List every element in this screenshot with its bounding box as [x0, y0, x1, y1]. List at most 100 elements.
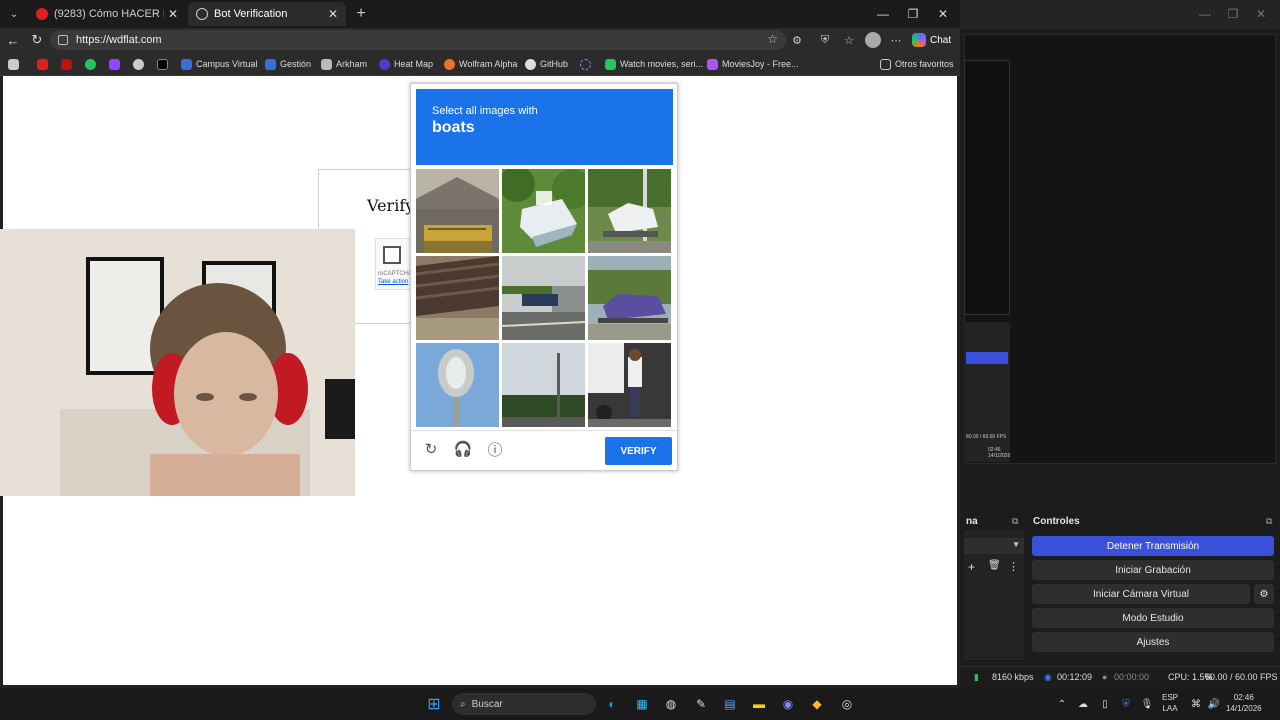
close-tab-icon[interactable]: ✕	[328, 7, 338, 21]
microphone-icon[interactable]: 🎙	[1137, 694, 1157, 714]
network-icon[interactable]: ⌘	[1186, 694, 1206, 714]
bookmark-folder-icon[interactable]	[8, 56, 19, 72]
chevron-down-icon: ▼	[1012, 540, 1020, 549]
obs-maximize-icon[interactable]: ❐	[1218, 4, 1248, 24]
tab-youtube[interactable]: (9283) Cómo HACER MARCOS en ✕	[28, 2, 186, 26]
tile-person-motorcycle[interactable]	[588, 343, 671, 427]
start-recording-button[interactable]: Iniciar Grabación	[1032, 560, 1274, 580]
bookmark-campus-virtual[interactable]: Campus Virtual	[181, 56, 257, 72]
extensions-icon[interactable]: ⚙	[789, 32, 805, 48]
new-tab-icon[interactable]: +	[352, 5, 370, 23]
minimize-icon[interactable]: —	[868, 4, 898, 24]
dock-left-undock-icon[interactable]: ⧉	[1012, 516, 1018, 527]
cloud-icon[interactable]: ☁	[1073, 694, 1093, 714]
app-icon[interactable]: ◆	[807, 694, 827, 714]
recaptcha-take-action-link[interactable]: Take action	[378, 279, 408, 285]
obs-minimize-icon[interactable]: —	[1190, 4, 1220, 24]
bookmark-twitch-icon[interactable]	[109, 56, 120, 72]
dock-left-dropdown[interactable]: ▼	[964, 538, 1024, 554]
bookmark-moviesjoy[interactable]: MoviesJoy - Free...	[707, 56, 799, 72]
captcha-grid	[416, 169, 673, 427]
bookmark-heat-map[interactable]: Heat Map	[379, 56, 433, 72]
controls-title: Controles	[1033, 516, 1080, 527]
arkham-icon	[321, 58, 332, 70]
maximize-icon[interactable]: ❐	[898, 4, 928, 24]
taskbar-search[interactable]: ⌕ Buscar	[452, 693, 596, 715]
obs-close-icon[interactable]: ✕	[1246, 4, 1276, 24]
tile-wooden-hull[interactable]	[416, 256, 499, 340]
favorite-star-icon[interactable]: ☆	[767, 32, 778, 46]
tile-white-boat-trees[interactable]	[502, 169, 585, 253]
file-explorer-icon[interactable]: ▬	[749, 694, 769, 714]
more-menu-icon[interactable]: ⋯	[888, 32, 904, 48]
recaptcha-checkbox[interactable]	[383, 246, 401, 264]
bookmark-arkham[interactable]: Arkham	[321, 56, 367, 72]
bookmark-other-favorites[interactable]: Otros favoritos	[880, 56, 954, 72]
add-icon[interactable]: +	[968, 560, 975, 574]
bookmark-red-icon[interactable]	[61, 56, 72, 72]
clock[interactable]: 02:46 14/1/2026	[1226, 692, 1262, 714]
settings-button[interactable]: Ajustes	[1032, 632, 1274, 652]
folder-icon	[880, 58, 891, 70]
reload-icon[interactable]: ↻	[27, 31, 47, 49]
chevron-up-icon[interactable]: ⌃	[1052, 694, 1072, 714]
tile-bus-building[interactable]	[502, 256, 585, 340]
volume-icon[interactable]: 🔊	[1204, 694, 1224, 714]
start-virtual-camera-button[interactable]: Iniciar Cámara Virtual	[1032, 584, 1250, 604]
search-placeholder: Buscar	[471, 698, 503, 710]
trash-icon[interactable]: 🗑	[988, 560, 1001, 571]
bookmark-youtube-icon[interactable]	[37, 56, 48, 72]
site-info-icon[interactable]	[58, 35, 68, 45]
favorites-icon[interactable]: ☆	[841, 32, 857, 48]
bookmark-loading[interactable]	[580, 56, 591, 72]
bookmark-gestion[interactable]: Gestión	[265, 56, 311, 72]
obs-icon[interactable]: ◎	[837, 694, 857, 714]
url-field[interactable]: https://wdflat.com ☆	[50, 30, 786, 50]
steam-icon[interactable]: ◍	[661, 694, 681, 714]
more-options-icon[interactable]: ⋮	[1008, 560, 1019, 573]
bookmark-github[interactable]: GitHub	[525, 56, 568, 72]
bookmarks-bar: Campus Virtual Gestión Arkham Heat Map W…	[0, 52, 960, 76]
copilot-chat-button[interactable]: Chat	[912, 31, 951, 49]
globe-icon	[196, 8, 208, 20]
tab-actions-icon[interactable]: ⌄	[4, 4, 24, 24]
tile-white-boat-trailer[interactable]	[588, 169, 671, 253]
tile-yellow-boat-shed[interactable]	[416, 169, 499, 253]
back-icon[interactable]: ←	[3, 31, 23, 49]
bookmark-wolfram-alpha[interactable]: Wolfram Alpha	[444, 56, 517, 72]
usb-icon[interactable]: ▯	[1095, 694, 1115, 714]
obs-status-bar: ▮ 8160 kbps ◉ 00:12:09 ● 00:00:00 CPU: 1…	[960, 666, 1280, 688]
tile-street-lamp[interactable]	[416, 343, 499, 427]
browser-window: ⌄ (9283) Cómo HACER MARCOS en ✕ Bot Veri…	[0, 0, 960, 688]
pen-icon[interactable]: ✎	[691, 694, 711, 714]
audio-challenge-icon[interactable]: 🎧	[453, 439, 473, 459]
studio-mode-button[interactable]: Modo Estudio	[1032, 608, 1274, 628]
copilot-icon	[912, 33, 926, 47]
tile-boat-cover-trailer[interactable]	[588, 256, 671, 340]
profile-avatar[interactable]	[865, 32, 881, 48]
virtual-camera-settings-icon[interactable]: ⚙	[1254, 584, 1274, 604]
info-icon[interactable]: ⓘ	[485, 439, 505, 459]
discord-icon[interactable]: ◉	[778, 694, 798, 714]
verify-button[interactable]: VERIFY	[605, 437, 672, 465]
bookmark-chatgpt-icon[interactable]	[133, 56, 144, 72]
edge-icon[interactable]: ◐	[602, 694, 622, 714]
tab-bot-verification[interactable]: Bot Verification ✕	[188, 2, 346, 26]
bookmark-whatsapp-icon[interactable]	[85, 56, 96, 72]
windows-start-icon[interactable]: ⊞	[424, 694, 444, 714]
tile-pole-trees[interactable]	[502, 343, 585, 427]
stop-streaming-button[interactable]: Detener Transmisión	[1032, 536, 1274, 556]
vpn-shield-icon[interactable]: ⛨	[1116, 694, 1136, 714]
controls-undock-icon[interactable]: ⧉	[1266, 516, 1272, 527]
search-icon: ⌕	[460, 698, 466, 710]
bookmark-watch-movies[interactable]: Watch movies, seri...	[605, 56, 703, 72]
bookmark-x-icon[interactable]	[157, 56, 168, 72]
close-tab-icon[interactable]: ✕	[168, 7, 178, 21]
obs-preview[interactable]	[964, 34, 1276, 464]
store-icon[interactable]: ▦	[632, 694, 652, 714]
close-window-icon[interactable]: ✕	[928, 4, 958, 24]
language-indicator[interactable]: ESP LAA	[1162, 692, 1178, 714]
reload-challenge-icon[interactable]: ↻	[421, 439, 441, 459]
notepad-icon[interactable]: ▤	[720, 694, 740, 714]
vpn-icon[interactable]: ⛨	[817, 32, 833, 48]
